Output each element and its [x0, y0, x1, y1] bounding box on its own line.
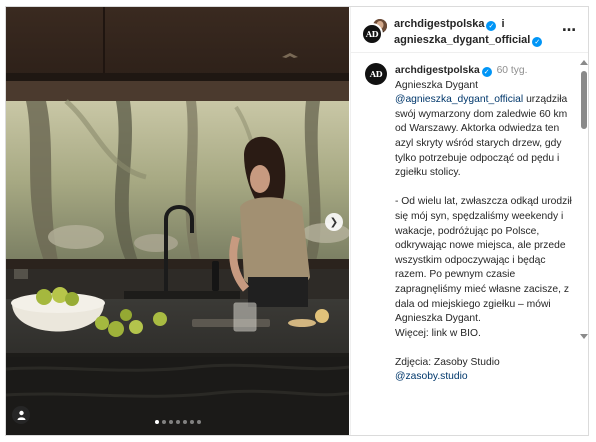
author-avatar[interactable]: AD [361, 23, 383, 45]
caption-line1: Agnieszka Dygant [395, 79, 478, 91]
chevron-right-icon: ❯ [329, 216, 339, 228]
next-slide-button[interactable]: ❯ [325, 213, 343, 231]
caption-area: AD archdigestpolska ✓ 60 tyg. Agnieszka Dy… [351, 54, 577, 435]
carousel-indicator [6, 420, 349, 424]
post-photo[interactable]: ❯ [6, 7, 349, 435]
verified-badge-icon: ✓ [481, 67, 492, 77]
post-header: AD archdigestpolska ✓ i agnieszka_dygant_… [351, 7, 588, 53]
header-usernames: archdigestpolska ✓ i agnieszka_dygant_off… [394, 16, 544, 48]
carousel-dot [175, 420, 180, 424]
scroll-down-arrow-icon[interactable] [580, 334, 588, 339]
conjunction-text: i [501, 18, 505, 30]
caption-text: archdigestpolska ✓ 60 tyg. Agnieszka Dygan… [395, 64, 575, 385]
carousel-dot [189, 420, 194, 424]
carousel-dot [168, 420, 173, 424]
photo-credit: Zdjęcia: Zasoby Studio [395, 356, 503, 368]
caption-username[interactable]: archdigestpolska [395, 65, 480, 76]
carousel-dot [161, 420, 166, 424]
carousel-dot [154, 420, 159, 424]
scroll-thumb[interactable] [581, 71, 587, 129]
kitchen-photo-scene [6, 7, 349, 435]
mention-link[interactable]: @agnieszka_dygant_official [395, 94, 523, 105]
more-horizontal-icon: … [562, 19, 577, 35]
post-time[interactable]: 60 tyg. [497, 65, 528, 76]
caption-para3: Więcej: link w BIO. [395, 327, 481, 339]
carousel-dot [196, 420, 201, 424]
caption-para1: urządziła swój wymarzony dom zaledwie 60… [395, 94, 571, 179]
caption-author-avatar[interactable]: AD [365, 63, 387, 85]
post-side-panel: AD archdigestpolska ✓ i agnieszka_dygant_… [350, 7, 588, 435]
collab-avatars[interactable]: AD [361, 17, 391, 47]
post-dialog: ❯ AD archdigestpolska ✓ i agnieszka_dyga… [5, 6, 589, 436]
caption-scrollbar[interactable] [579, 54, 588, 435]
author-username[interactable]: archdigestpolska [394, 18, 484, 30]
carousel-dot [182, 420, 187, 424]
verified-badge-icon: ✓ [486, 21, 497, 31]
collaborator-username[interactable]: agnieszka_dygant_official [394, 34, 530, 46]
more-options-button[interactable]: … [562, 19, 577, 35]
verified-badge-icon: ✓ [532, 37, 543, 47]
credit-mention-link[interactable]: @zasoby.studio [395, 371, 468, 382]
user-tag-icon [17, 410, 25, 420]
scroll-up-arrow-icon[interactable] [580, 60, 588, 65]
caption-para2: - Od wielu lat, zwłaszcza odkąd urodził … [395, 196, 575, 325]
